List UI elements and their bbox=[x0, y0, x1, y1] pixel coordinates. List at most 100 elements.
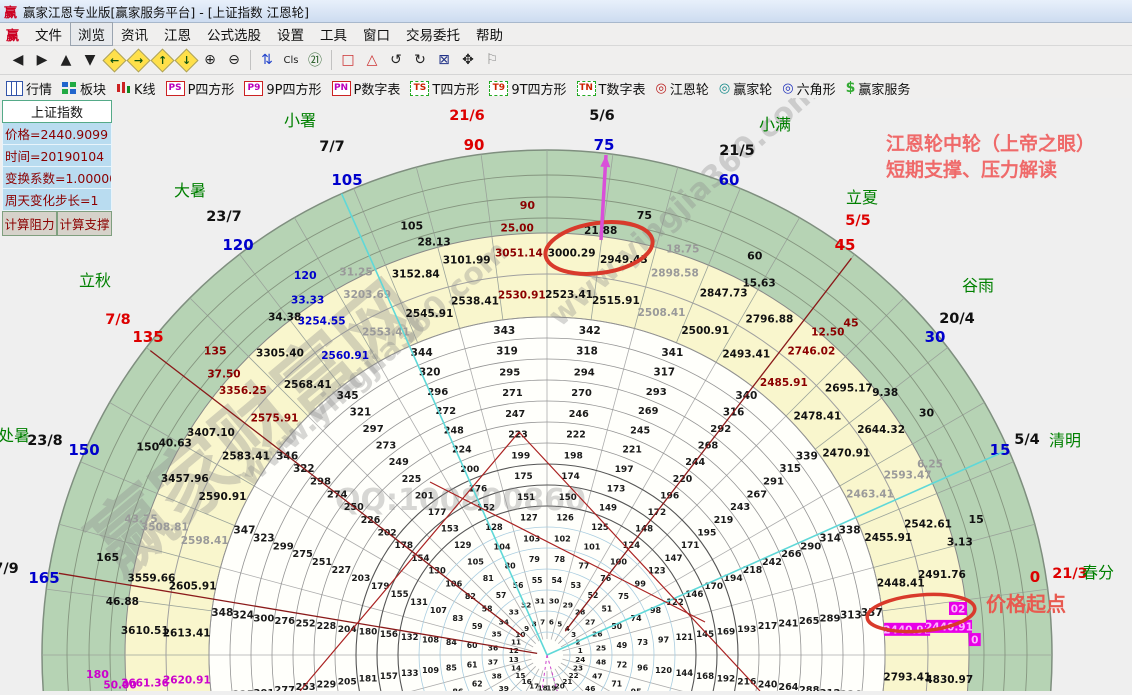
tool-六角形[interactable]: ◎ 六角形 bbox=[782, 79, 835, 98]
diamond-up-icon[interactable]: ↑ bbox=[149, 47, 175, 73]
spiral-number: 338 bbox=[839, 524, 861, 536]
menu-item-帮助[interactable]: 帮助 bbox=[468, 22, 511, 46]
menu-item-资讯[interactable]: 资讯 bbox=[113, 22, 156, 46]
move-icon[interactable]: ✥ bbox=[456, 49, 480, 71]
calendar-icon[interactable]: ㉑ bbox=[303, 49, 327, 71]
price-label: 3051.14 bbox=[495, 247, 543, 259]
app-logo-icon: 赢 bbox=[4, 5, 18, 21]
rim-degree-label: 0 bbox=[1030, 568, 1040, 586]
zoom-in-icon[interactable]: ⊕ bbox=[198, 49, 222, 71]
spiral-number: 83 bbox=[452, 614, 463, 623]
rim-degree-label: 150 bbox=[68, 441, 99, 459]
price-label: 2463.41 bbox=[846, 488, 894, 500]
degree-label: 165 bbox=[96, 551, 119, 564]
tool-P数字表[interactable]: PN P数字表 bbox=[331, 79, 400, 98]
spiral-number: 120 bbox=[655, 665, 672, 675]
spiral-number: 72 bbox=[617, 661, 628, 670]
spiral-number: 151 bbox=[517, 493, 535, 503]
gann-wheel-svg: QQ:100800860www.yingjia360.comwww.yingji… bbox=[0, 74, 1114, 695]
spiral-number: 171 bbox=[681, 541, 700, 551]
spiral-number: 345 bbox=[337, 390, 359, 402]
menu-item-文件[interactable]: 文件 bbox=[27, 22, 70, 46]
menu-item-工具[interactable]: 工具 bbox=[312, 22, 355, 46]
cls-icon[interactable]: Cls bbox=[279, 49, 303, 71]
degree-label: 180 bbox=[86, 668, 109, 681]
flag-icon[interactable]: ⚐ bbox=[480, 49, 504, 71]
pn-badge-icon: PN bbox=[331, 80, 351, 96]
spiral-number: 290 bbox=[800, 541, 821, 552]
forward-icon[interactable]: ▶ bbox=[30, 49, 54, 71]
menu-item-设置[interactable]: 设置 bbox=[269, 22, 312, 46]
price-label: 02 bbox=[951, 604, 966, 616]
triangle-tool-icon[interactable]: △ bbox=[360, 49, 384, 71]
spiral-number: 109 bbox=[422, 665, 439, 675]
tool-9T四方形[interactable]: T9 9T四方形 bbox=[489, 79, 567, 98]
square-tool-icon[interactable]: □ bbox=[336, 49, 360, 71]
kline-icon bbox=[116, 81, 131, 95]
spiral-number: 30 bbox=[549, 597, 559, 606]
tool-P四方形[interactable]: PS P四方形 bbox=[165, 79, 234, 98]
tool-板块[interactable]: 板块 bbox=[62, 79, 106, 98]
updown-icon[interactable]: ⇅ bbox=[255, 49, 279, 71]
spiral-number: 144 bbox=[676, 668, 694, 678]
tool-T四方形[interactable]: TS T四方形 bbox=[410, 79, 479, 98]
tool-K线[interactable]: K线 bbox=[116, 79, 156, 98]
spiral-number: 217 bbox=[758, 621, 778, 632]
spiral-number: 73 bbox=[637, 638, 648, 647]
menu-item-交易委托[interactable]: 交易委托 bbox=[398, 22, 468, 46]
down-triangle-icon[interactable]: ▼ bbox=[78, 49, 102, 71]
tool-行情[interactable]: 行情 bbox=[6, 79, 52, 98]
tool-9P四方形[interactable]: P9 9P四方形 bbox=[244, 79, 322, 98]
rim-degree-label: 105 bbox=[331, 171, 362, 189]
spiral-number: 53 bbox=[571, 581, 582, 590]
back-icon[interactable]: ◀ bbox=[6, 49, 30, 71]
rim-degree-label: 60 bbox=[719, 171, 740, 189]
diamond-right-icon[interactable]: → bbox=[125, 47, 151, 73]
spiral-number: 57 bbox=[496, 591, 507, 600]
tool-江恩轮[interactable]: ◎ 江恩轮 bbox=[656, 79, 709, 98]
rim-degree-label: 75 bbox=[594, 136, 615, 154]
spiral-number: 192 bbox=[717, 675, 736, 685]
app-window: { "window": { "title": "赢家江恩专业版[赢家服务平台] … bbox=[0, 0, 1132, 695]
tool-T数字表[interactable]: TN T数字表 bbox=[576, 79, 646, 98]
diamond-left-icon[interactable]: ← bbox=[101, 47, 127, 73]
price-label: 2593.47 bbox=[884, 470, 932, 482]
menu-item-江恩[interactable]: 江恩 bbox=[156, 22, 199, 46]
zoom-out-icon[interactable]: ⊖ bbox=[222, 49, 246, 71]
spiral-number: 300 bbox=[253, 613, 274, 624]
spiral-number: 293 bbox=[646, 387, 667, 398]
menu-item-公式选股[interactable]: 公式选股 bbox=[199, 22, 269, 46]
percent-label: 37.50 bbox=[207, 369, 240, 381]
tn-badge-icon: TN bbox=[576, 80, 596, 96]
button-计算支撑[interactable]: 计算支撑 bbox=[57, 211, 112, 236]
spiral-number: 175 bbox=[514, 472, 533, 482]
rotate-cw-icon[interactable]: ↻ bbox=[408, 49, 432, 71]
up-triangle-icon[interactable]: ▲ bbox=[54, 49, 78, 71]
tool-赢家服务[interactable]: $ 赢家服务 bbox=[846, 79, 911, 98]
spiral-number: 247 bbox=[505, 409, 525, 420]
percent-label: 34.38 bbox=[268, 311, 301, 323]
tool-赢家轮[interactable]: ◎ 赢家轮 bbox=[719, 79, 772, 98]
spiral-number: 273 bbox=[376, 441, 397, 452]
spiral-number: 173 bbox=[607, 484, 626, 494]
button-计算阻力[interactable]: 计算阻力 bbox=[2, 211, 57, 236]
diamond-down-icon[interactable]: ↓ bbox=[173, 47, 199, 73]
menu-item-窗口[interactable]: 窗口 bbox=[355, 22, 398, 46]
spiral-number: 195 bbox=[697, 529, 716, 539]
spiral-number: 193 bbox=[737, 625, 756, 635]
xbox-icon[interactable]: ⊠ bbox=[432, 49, 456, 71]
rotate-ccw-icon[interactable]: ↺ bbox=[384, 49, 408, 71]
spiral-number: 62 bbox=[472, 680, 483, 689]
degree-label: 90 bbox=[520, 199, 536, 212]
rim-solar-term-label: 谷雨 bbox=[962, 276, 994, 295]
spiral-number: 169 bbox=[717, 628, 736, 638]
menu-item-浏览[interactable]: 浏览 bbox=[70, 22, 114, 46]
spiral-number: 33 bbox=[509, 607, 519, 616]
spiral-number: 318 bbox=[576, 346, 598, 358]
spiral-number: 245 bbox=[630, 425, 650, 436]
spiral-number: 291 bbox=[763, 477, 784, 488]
spiral-number: 342 bbox=[579, 325, 601, 337]
spiral-number: 61 bbox=[467, 661, 478, 670]
degree-label: 30 bbox=[919, 407, 935, 420]
rim-degree-label: 30 bbox=[925, 328, 946, 346]
